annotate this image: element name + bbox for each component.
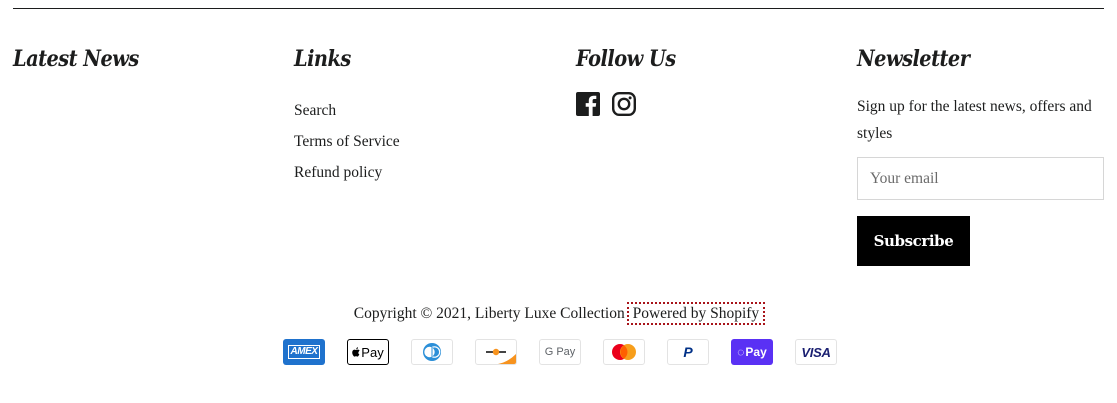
diners-club-icon <box>411 339 453 365</box>
follow-us-heading: Follow Us <box>576 46 676 72</box>
amex-icon: AMEX <box>283 339 325 365</box>
email-field[interactable] <box>857 157 1104 200</box>
instagram-icon[interactable] <box>612 92 637 117</box>
footer-divider <box>13 8 1104 9</box>
links-list: Search Terms of Service Refund policy <box>294 95 400 188</box>
payment-methods: AMEX Pay G Pay P ◌ Pay VISA <box>283 339 837 365</box>
newsletter-column: Newsletter Sign up for the latest news, … <box>857 45 1105 266</box>
paypal-icon: P <box>667 339 709 365</box>
visa-icon: VISA <box>795 339 837 365</box>
discover-icon <box>475 339 517 365</box>
newsletter-heading: Newsletter <box>857 46 970 72</box>
google-pay-icon: G Pay <box>539 339 581 365</box>
follow-us-column: Follow Us <box>576 45 836 117</box>
facebook-icon[interactable] <box>576 92 600 116</box>
list-item: Search <box>294 95 400 126</box>
list-item: Refund policy <box>294 157 400 188</box>
search-link[interactable]: Search <box>294 102 336 119</box>
powered-by-shopify-link[interactable]: Powered by Shopify <box>626 302 766 325</box>
newsletter-description: Sign up for the latest news, offers and … <box>857 98 1092 142</box>
list-item: Terms of Service <box>294 126 400 157</box>
mastercard-icon <box>603 339 645 365</box>
copyright-text: Copyright © 2021, Liberty Luxe Collectio… <box>353 305 625 322</box>
refund-policy-link[interactable]: Refund policy <box>294 164 382 181</box>
copyright-line: Copyright © 2021, Liberty Luxe Collectio… <box>0 300 1117 328</box>
terms-of-service-link[interactable]: Terms of Service <box>294 133 400 150</box>
shop-pay-icon: ◌ Pay <box>731 339 773 365</box>
subscribe-button[interactable]: Subscribe <box>857 216 970 266</box>
latest-news-heading: Latest News <box>13 46 139 72</box>
apple-pay-icon: Pay <box>347 339 389 365</box>
latest-news-column: Latest News <box>13 45 273 73</box>
social-links <box>576 92 637 117</box>
links-column: Links Search Terms of Service Refund pol… <box>294 45 554 181</box>
links-heading: Links <box>294 46 351 72</box>
